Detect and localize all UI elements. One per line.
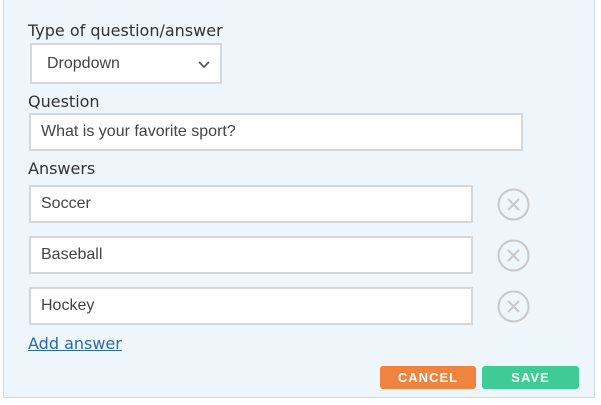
answer-value: Baseball	[41, 246, 103, 263]
answer-input-3[interactable]: Hockey	[29, 287, 473, 325]
question-input-value: What is your favorite sport?	[41, 123, 236, 140]
type-select-value: Dropdown	[47, 54, 120, 72]
save-button[interactable]: SAVE	[482, 366, 579, 389]
add-answer-link[interactable]: Add answer	[28, 334, 122, 353]
question-label: Question	[28, 92, 100, 111]
cancel-button[interactable]: CANCEL	[380, 366, 476, 389]
type-label: Type of question/answer	[28, 21, 223, 40]
question-editor-panel: Type of question/answer Dropdown Questio…	[3, 0, 595, 398]
remove-answer-1-icon[interactable]	[497, 188, 530, 221]
remove-answer-3-icon[interactable]	[497, 290, 530, 323]
answer-input-1[interactable]: Soccer	[29, 185, 473, 223]
answer-input-2[interactable]: Baseball	[29, 236, 473, 274]
remove-answer-2-icon[interactable]	[497, 239, 530, 272]
type-select[interactable]: Dropdown	[30, 43, 222, 84]
answer-value: Hockey	[41, 297, 95, 314]
question-input[interactable]: What is your favorite sport?	[29, 113, 523, 151]
answer-value: Soccer	[41, 195, 91, 212]
chevron-down-icon	[196, 56, 212, 72]
answers-label: Answers	[28, 159, 96, 178]
